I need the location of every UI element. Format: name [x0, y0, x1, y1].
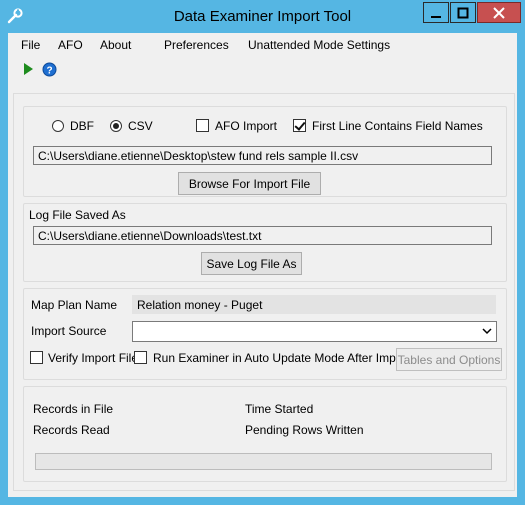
run-examiner-auto-update-label: Run Examiner in Auto Update Mode After I… [153, 351, 410, 365]
menu-preferences[interactable]: Preferences [164, 38, 229, 52]
maximize-icon [457, 7, 469, 18]
browse-import-file-button[interactable]: Browse For Import File [178, 172, 321, 195]
first-line-field-names-label: First Line Contains Field Names [312, 119, 483, 133]
map-plan-name-label: Map Plan Name [31, 298, 118, 312]
close-icon [493, 6, 505, 19]
csv-label: CSV [128, 119, 153, 133]
title-bar: Data Examiner Import Tool [0, 0, 525, 33]
maximize-button[interactable] [450, 2, 476, 23]
menu-unattended-mode-settings[interactable]: Unattended Mode Settings [248, 38, 390, 52]
dbf-label: DBF [70, 119, 94, 133]
svg-text:?: ? [46, 65, 52, 76]
afo-import-label: AFO Import [215, 119, 278, 133]
import-file-path-field[interactable]: C:\Users\diane.etienne\Desktop\stew fund… [33, 146, 492, 165]
menu-about[interactable]: About [100, 38, 131, 52]
save-log-file-button[interactable]: Save Log File As [201, 252, 302, 275]
toolbar: ? [8, 57, 517, 81]
run-examiner-auto-update-checkbox[interactable] [134, 351, 147, 364]
play-icon [24, 63, 33, 75]
import-source-dropdown[interactable] [132, 321, 497, 342]
status-group: Records in File Time Started Records Rea… [23, 386, 507, 482]
minimize-icon [431, 15, 441, 18]
menu-file[interactable]: File [21, 38, 40, 52]
log-file-group: Log File Saved As C:\Users\diane.etienne… [23, 203, 507, 282]
import-group: DBF CSV AFO Import First Line Contains F… [23, 106, 507, 197]
dbf-radio[interactable] [52, 120, 64, 132]
client-area: File AFO About Preferences Unattended Mo… [8, 33, 517, 497]
verify-import-file-checkbox[interactable] [30, 351, 43, 364]
verify-import-file-label: Verify Import File [48, 351, 139, 365]
menu-afo[interactable]: AFO [58, 38, 83, 52]
log-file-path-field[interactable]: C:\Users\diane.etienne\Downloads\test.tx… [33, 226, 492, 245]
import-source-label: Import Source [31, 324, 107, 338]
menu-bar: File AFO About Preferences Unattended Mo… [8, 33, 517, 57]
help-button[interactable]: ? [41, 61, 57, 77]
minimize-button[interactable] [423, 2, 449, 23]
afo-import-checkbox[interactable] [196, 119, 209, 132]
pending-rows-written-label: Pending Rows Written [245, 423, 364, 437]
records-read-label: Records Read [33, 423, 110, 437]
chevron-down-icon [482, 328, 492, 335]
run-button[interactable] [20, 61, 36, 77]
map-plan-name-value: Relation money - Puget [132, 295, 496, 314]
first-line-field-names-checkbox[interactable] [293, 119, 306, 132]
log-file-group-title: Log File Saved As [29, 208, 126, 222]
app-window: Data Examiner Import Tool File AFO About… [0, 0, 525, 505]
main-panel: DBF CSV AFO Import First Line Contains F… [13, 93, 515, 491]
close-button[interactable] [477, 2, 521, 23]
csv-radio[interactable] [110, 120, 122, 132]
import-progress-bar [35, 453, 492, 470]
help-icon: ? [42, 62, 56, 76]
map-plan-group: Map Plan Name Relation money - Puget Imp… [23, 288, 507, 380]
time-started-label: Time Started [245, 402, 314, 416]
records-in-file-label: Records in File [33, 402, 114, 416]
tables-and-options-button[interactable]: Tables and Options [396, 348, 502, 371]
